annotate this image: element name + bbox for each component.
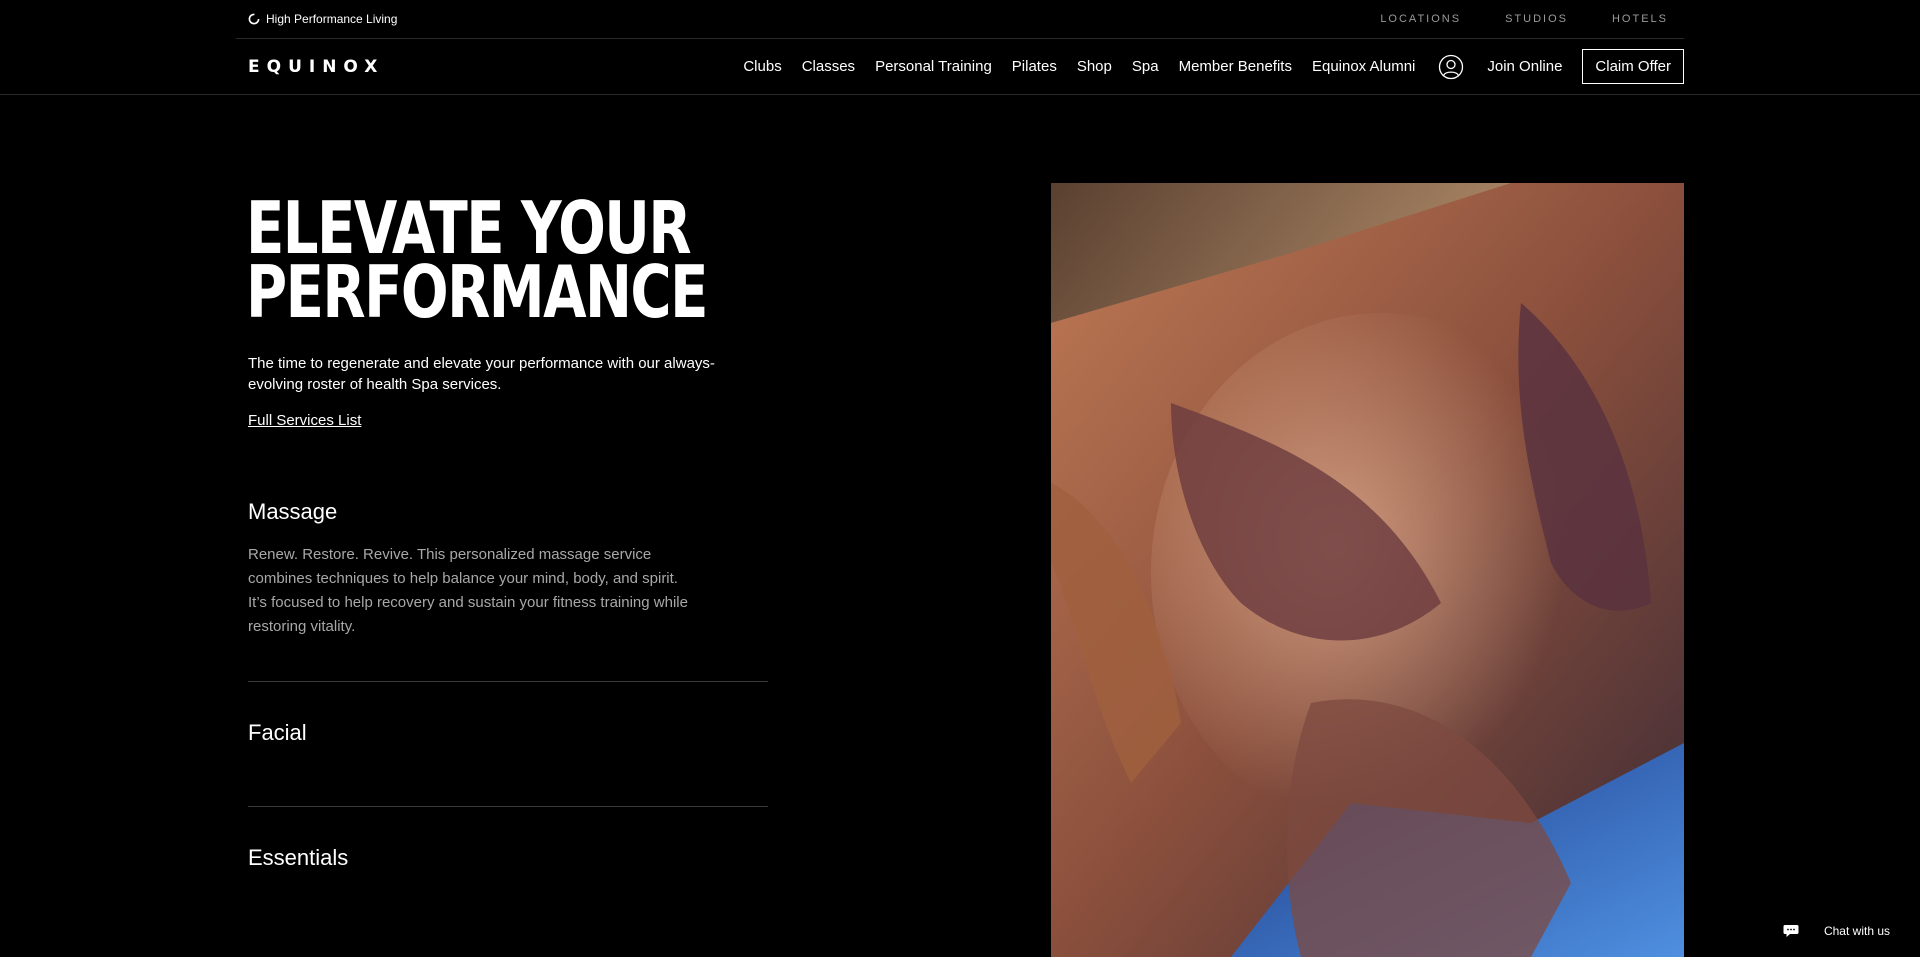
divider [248, 806, 768, 807]
service-massage[interactable]: Massage Renew. Restore. Revive. This per… [248, 499, 768, 639]
hero-description: The time to regenerate and elevate your … [248, 355, 715, 393]
chat-label[interactable]: Chat with us [1824, 924, 1890, 938]
utility-bar: High Performance Living LOCATIONS STUDIO… [236, 0, 1684, 39]
user-circle-icon[interactable] [1438, 54, 1464, 80]
full-services-list-link[interactable]: Full Services List [248, 412, 361, 429]
hero-title-line2: Performance [246, 250, 708, 334]
utility-links: LOCATIONS STUDIOS HOTELS [1380, 13, 1672, 25]
nav-clubs[interactable]: Clubs [743, 58, 781, 75]
divider [248, 681, 768, 682]
massage-photo [1051, 183, 1684, 957]
service-title-facial[interactable]: Facial [248, 720, 768, 746]
locations-link[interactable]: LOCATIONS [1380, 13, 1461, 25]
join-online-link[interactable]: Join Online [1487, 58, 1562, 75]
nav-equinox-alumni[interactable]: Equinox Alumni [1312, 58, 1415, 75]
tagline: High Performance Living [248, 12, 397, 26]
service-facial[interactable]: Facial [248, 720, 768, 746]
service-essentials[interactable]: Essentials [248, 845, 768, 871]
nav-spa[interactable]: Spa [1132, 58, 1159, 75]
tagline-text: High Performance Living [266, 12, 398, 26]
header-divider [0, 94, 1920, 95]
nav-pilates[interactable]: Pilates [1012, 58, 1057, 75]
equinox-logo[interactable]: EQUINOX [248, 57, 384, 77]
hero-title: Elevate your Performance [246, 192, 708, 334]
chat-widget[interactable]: Chat with us [1783, 924, 1890, 938]
nav-member-benefits[interactable]: Member Benefits [1179, 58, 1292, 75]
claim-offer-button[interactable]: Claim Offer [1582, 49, 1684, 84]
studios-link[interactable]: STUDIOS [1505, 13, 1568, 25]
nav-classes[interactable]: Classes [802, 58, 855, 75]
primary-nav: Clubs Classes Personal Training Pilates … [743, 49, 1684, 84]
nav-personal-training[interactable]: Personal Training [875, 58, 992, 75]
service-title-massage[interactable]: Massage [248, 499, 768, 525]
hotels-link[interactable]: HOTELS [1612, 13, 1668, 25]
chat-bubble-icon[interactable] [1783, 924, 1799, 938]
nav-shop[interactable]: Shop [1077, 58, 1112, 75]
loader-ring-icon [248, 13, 260, 25]
service-title-essentials[interactable]: Essentials [248, 845, 768, 871]
service-body-massage: Renew. Restore. Revive. This personalize… [248, 546, 688, 635]
main-header: EQUINOX Clubs Classes Personal Training … [236, 39, 1684, 94]
